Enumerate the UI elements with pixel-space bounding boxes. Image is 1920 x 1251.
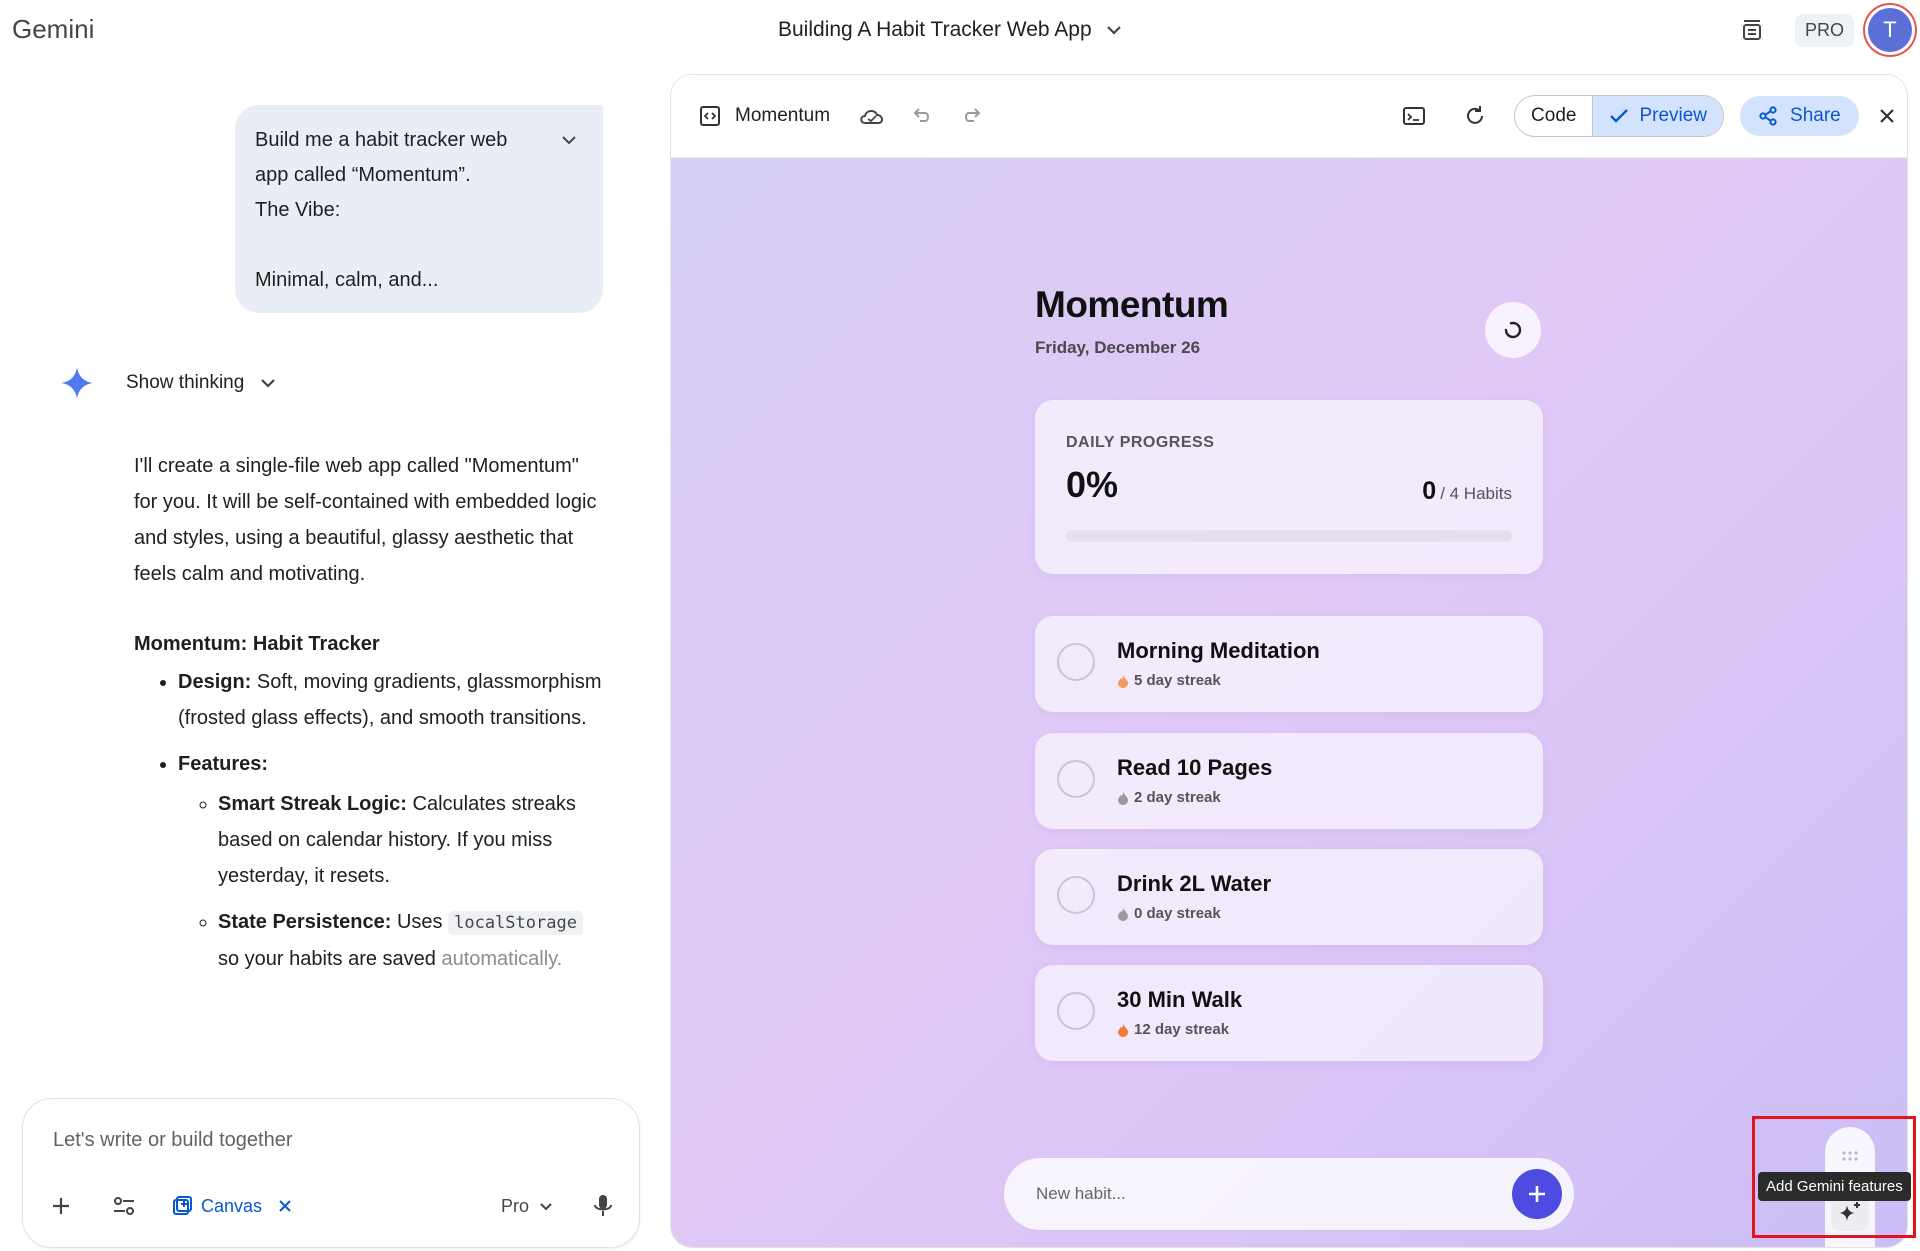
show-thinking-toggle[interactable]: Show thinking	[60, 366, 276, 400]
add-icon[interactable]	[49, 1194, 73, 1218]
app-preview: Momentum Friday, December 26 DAILY PROGR…	[671, 158, 1907, 1247]
progress-count: 0/ 4 Habits	[1422, 477, 1512, 505]
habit-card[interactable]: Read 10 Pages 2 day streak	[1035, 733, 1543, 829]
habit-checkbox[interactable]	[1057, 876, 1095, 914]
habit-name: Read 10 Pages	[1117, 755, 1273, 780]
app-title: Momentum	[1035, 284, 1229, 325]
console-icon[interactable]	[1402, 106, 1426, 126]
prompt-composer: Let's write or build together Canvas Pro	[22, 1098, 640, 1248]
reset-button[interactable]	[1485, 302, 1541, 358]
user-message-bubble: Build me a habit tracker web app called …	[235, 105, 603, 313]
canvas-chip-label: Canvas	[201, 1195, 263, 1216]
microphone-icon[interactable]	[593, 1193, 613, 1219]
canvas-icon	[173, 1196, 192, 1215]
preview-tab[interactable]: Preview	[1592, 96, 1724, 136]
conversation-title[interactable]: Building A Habit Tracker Web App	[778, 18, 1122, 42]
chevron-down-icon	[540, 1202, 552, 1210]
undo-icon[interactable]	[912, 107, 932, 125]
habit-name: Drink 2L Water	[1117, 871, 1272, 896]
habit-card[interactable]: Drink 2L Water 0 day streak	[1035, 849, 1543, 945]
habit-streak: 0 day streak	[1117, 905, 1221, 922]
prompt-input[interactable]: Let's write or build together	[53, 1129, 293, 1152]
model-selector[interactable]: Pro	[501, 1196, 553, 1217]
canvas-title[interactable]: Momentum	[735, 105, 830, 127]
daily-progress-card: DAILY PROGRESS 0% 0/ 4 Habits	[1035, 400, 1543, 574]
features-sublist: Smart Streak Logic: Calculates streaks b…	[178, 786, 604, 977]
flame-icon	[1118, 674, 1128, 688]
model-label: Pro	[500, 1195, 529, 1216]
redo-icon[interactable]	[962, 107, 982, 125]
habit-card[interactable]: 30 Min Walk 12 day streak	[1035, 965, 1543, 1061]
user-message-text: Build me a habit tracker web app called …	[255, 129, 508, 291]
habit-name: Morning Meditation	[1117, 638, 1320, 663]
conversation-title-text: Building A Habit Tracker Web App	[778, 18, 1092, 41]
check-icon	[1610, 109, 1629, 123]
highlight-annotation	[1752, 1116, 1916, 1238]
code-file-icon	[700, 106, 720, 126]
expand-message-icon[interactable]	[561, 135, 577, 145]
new-habit-bar: New habit...	[1004, 1158, 1574, 1230]
share-icon	[1759, 106, 1777, 126]
app-date: Friday, December 26	[1035, 338, 1201, 357]
show-thinking-label: Show thinking	[126, 372, 245, 393]
share-label: Share	[1790, 105, 1841, 126]
gemini-sparkle-icon	[61, 367, 93, 399]
code-preview-toggle: Code Preview	[1514, 95, 1725, 137]
habit-streak: 5 day streak	[1117, 672, 1221, 689]
top-bar: Gemini Building A Habit Tracker Web App …	[0, 0, 1920, 62]
gemini-logo[interactable]: Gemini	[12, 14, 94, 45]
new-habit-input[interactable]: New habit...	[1036, 1184, 1126, 1204]
habit-streak: 2 day streak	[1117, 789, 1221, 806]
top-right-actions: PRO T	[1739, 8, 1920, 52]
progress-percent: 0%	[1066, 464, 1119, 505]
list-item: Features: Smart Streak Logic: Calculates…	[178, 746, 604, 977]
flame-icon	[1118, 791, 1128, 805]
list-item: Design: Soft, moving gradients, glassmor…	[178, 664, 604, 736]
habit-card[interactable]: Morning Meditation 5 day streak	[1035, 616, 1543, 712]
cloud-save-icon[interactable]	[858, 105, 886, 127]
chevron-down-icon	[261, 379, 276, 388]
temporary-chat-icon[interactable]	[1739, 17, 1765, 43]
progress-bar	[1066, 530, 1512, 542]
refresh-icon[interactable]	[1464, 105, 1486, 127]
response-heading: Momentum: Habit Tracker	[134, 633, 380, 655]
canvas-toolbar: Momentum Code Preview Share	[671, 75, 1907, 158]
close-icon[interactable]	[1879, 108, 1895, 124]
response-list: Design: Soft, moving gradients, glassmor…	[134, 664, 604, 977]
plus-icon	[1529, 1186, 1545, 1202]
scroll-fade	[0, 1055, 660, 1095]
list-item: State Persistence: Uses localStorage so …	[218, 904, 604, 977]
pro-badge[interactable]: PRO	[1794, 13, 1854, 47]
model-response: I'll create a single-file web app called…	[134, 448, 604, 987]
tools-icon[interactable]	[111, 1194, 137, 1218]
share-button[interactable]: Share	[1740, 96, 1859, 136]
refresh-icon	[1504, 321, 1522, 339]
habit-checkbox[interactable]	[1057, 760, 1095, 798]
flame-icon	[1118, 1023, 1128, 1037]
chevron-down-icon	[1106, 26, 1121, 35]
habit-checkbox[interactable]	[1057, 992, 1095, 1030]
canvas-panel: Momentum Code Preview Share Momentum Fri…	[670, 74, 1908, 1248]
habit-streak: 12 day streak	[1117, 1021, 1229, 1038]
avatar[interactable]: T	[1868, 8, 1912, 52]
flame-icon	[1118, 907, 1128, 921]
preview-tab-label: Preview	[1639, 105, 1708, 126]
habit-name: 30 Min Walk	[1117, 987, 1243, 1012]
code-tab[interactable]: Code	[1515, 96, 1592, 136]
response-intro: I'll create a single-file web app called…	[134, 455, 597, 585]
composer-toolbar: Canvas Pro	[49, 1193, 613, 1219]
list-item: Smart Streak Logic: Calculates streaks b…	[218, 786, 604, 894]
canvas-chip[interactable]: Canvas	[171, 1195, 292, 1217]
add-habit-button[interactable]	[1512, 1169, 1562, 1219]
progress-label: DAILY PROGRESS	[1066, 434, 1215, 451]
inline-code: localStorage	[448, 911, 583, 935]
close-icon[interactable]	[278, 1199, 292, 1213]
habit-checkbox[interactable]	[1057, 643, 1095, 681]
